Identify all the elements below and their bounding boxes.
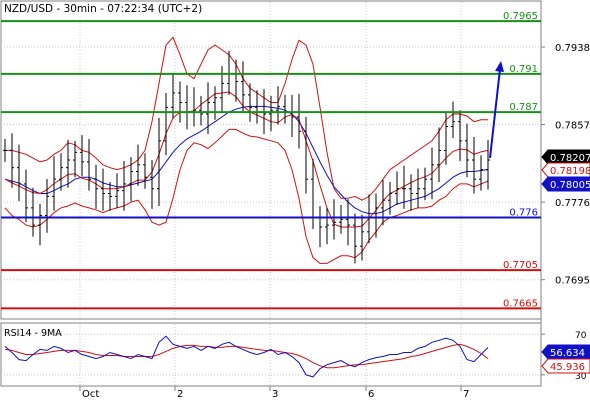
time-axis: Oct 2 3 6 7	[79, 386, 469, 400]
price-tick-label: 0.7695	[555, 276, 590, 287]
rsi-label: RSI14 - 9MA	[4, 328, 62, 339]
price-tag-label: 0.78005	[550, 180, 590, 191]
time-tick-label: Oct	[82, 389, 99, 400]
time-tick-label: 2	[177, 389, 183, 400]
forex-chart: 0.7965 0.791 0.787 0.776 0.7705 0.7665 0.7938…	[0, 0, 590, 400]
price-tick-label: 0.7938	[555, 43, 590, 54]
time-tick-label: 6	[368, 389, 374, 400]
price-tag-red: 0.78198	[541, 162, 590, 178]
level-label: 0.7665	[503, 298, 538, 309]
price-tick-label: 0.7776	[555, 198, 590, 209]
level-label: 0.7965	[503, 11, 538, 22]
level-label: 0.776	[509, 207, 538, 218]
rsi-tick-label: 70	[575, 331, 587, 341]
rsi-tag-label: 56.634	[550, 348, 585, 359]
price-tag-blue: 0.78005	[541, 176, 590, 192]
rsi-tag-label: 45.936	[550, 362, 585, 373]
time-tick-label: 3	[272, 389, 278, 400]
price-tag-label: 0.78207	[550, 153, 590, 164]
level-label: 0.7705	[503, 260, 538, 271]
price-tags: 0.78207 0.78198 0.78005	[541, 149, 590, 192]
level-label: 0.787	[509, 102, 538, 113]
chart-title: NZD/USD - 30min - 07:22:34 (UTC+2)	[4, 3, 202, 15]
level-label: 0.791	[509, 64, 538, 75]
rsi-tag-blue: 56.634	[541, 344, 590, 360]
price-tag-label: 0.78198	[550, 166, 590, 177]
rsi-tag-red: 45.936	[541, 358, 590, 374]
time-tick-label: 7	[463, 389, 469, 400]
price-tag-dark: 0.78207	[541, 149, 590, 165]
price-tick-label: 0.7857	[555, 121, 590, 132]
